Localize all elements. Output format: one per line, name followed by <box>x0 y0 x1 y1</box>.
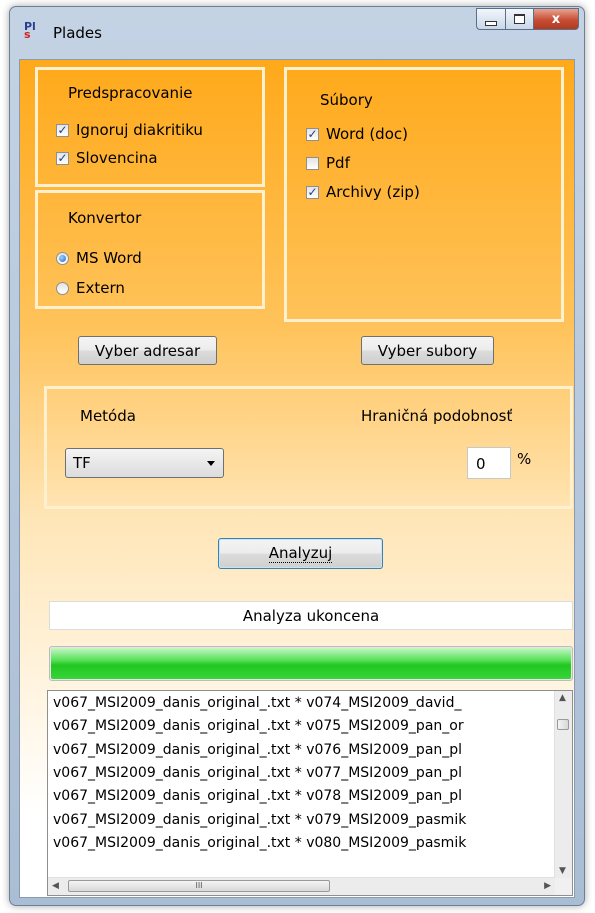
scrollbar-corner <box>555 878 572 895</box>
minimize-icon <box>485 20 497 26</box>
radio-selected-icon <box>56 251 69 265</box>
vertical-scrollbar[interactable]: ▲ ▼ <box>554 691 572 878</box>
word-doc-checkbox[interactable]: ✓ Word (doc) <box>306 125 408 143</box>
title-bar[interactable]: Pl s Plades x <box>10 7 584 59</box>
radio-unselected-icon <box>56 281 69 295</box>
ignore-diacritics-checkbox[interactable]: ✓ Ignoruj diakritiku <box>56 121 203 139</box>
scroll-up-icon[interactable]: ▲ <box>559 693 566 703</box>
main-panel: Predspracovanie ✓ Ignoruj diakritiku ✓ S… <box>19 59 575 898</box>
app-logo-icon: Pl s <box>24 20 36 41</box>
list-item[interactable]: v067_MSI2009_danis_original_.txt * v075_… <box>53 718 464 734</box>
list-item[interactable]: v067_MSI2009_danis_original_.txt * v079_… <box>53 812 466 828</box>
converter-group: Konvertor MS Word Extern <box>35 190 265 309</box>
scroll-left-icon[interactable]: ◀ <box>52 881 59 891</box>
method-dropdown[interactable]: TF <box>65 448 224 478</box>
progress-bar <box>49 646 573 681</box>
checkbox-checked-icon: ✓ <box>306 185 319 199</box>
scroll-down-icon[interactable]: ▼ <box>559 866 566 876</box>
checkbox-checked-icon: ✓ <box>56 151 69 165</box>
pdf-checkbox[interactable]: Pdf <box>306 154 350 172</box>
threshold-input[interactable]: 0 <box>467 447 511 479</box>
preprocessing-group: Predspracovanie ✓ Ignoruj diakritiku ✓ S… <box>35 67 265 187</box>
list-item[interactable]: v067_MSI2009_danis_original_.txt * v074_… <box>53 695 461 711</box>
extern-radio[interactable]: Extern <box>56 279 125 297</box>
list-item[interactable]: v067_MSI2009_danis_original_.txt * v077_… <box>53 765 462 781</box>
close-button[interactable]: x <box>533 8 579 30</box>
scroll-right-icon[interactable]: ▶ <box>544 881 551 891</box>
list-item[interactable]: v067_MSI2009_danis_original_.txt * v078_… <box>53 788 462 804</box>
files-label: Súbory <box>320 91 373 109</box>
list-item[interactable]: v067_MSI2009_danis_original_.txt * v080_… <box>53 835 466 851</box>
results-list[interactable]: v067_MSI2009_danis_original_.txt * v074_… <box>47 690 573 896</box>
archives-zip-checkbox[interactable]: ✓ Archivy (zip) <box>306 183 420 201</box>
checkbox-checked-icon: ✓ <box>306 127 319 141</box>
horizontal-scroll-thumb[interactable]: III <box>68 880 330 892</box>
ms-word-radio[interactable]: MS Word <box>56 249 142 267</box>
maximize-icon <box>514 14 525 24</box>
threshold-label: Hraničná podobnosť <box>361 407 513 425</box>
app-window: Pl s Plades x Predspracovanie ✓ Ignoruj … <box>9 6 585 906</box>
maximize-button[interactable] <box>505 8 533 30</box>
files-group: Súbory ✓ Word (doc) Pdf ✓ Archivy (zip) <box>284 67 564 322</box>
select-folder-button[interactable]: Vyber adresar <box>78 336 217 365</box>
slovencina-checkbox[interactable]: ✓ Slovencina <box>56 149 158 167</box>
list-item[interactable]: v067_MSI2009_danis_original_.txt * v076_… <box>53 742 462 758</box>
minimize-button[interactable] <box>476 8 505 30</box>
vertical-scroll-thumb[interactable] <box>557 719 569 730</box>
select-files-button[interactable]: Vyber subory <box>361 336 494 365</box>
status-text: Analyza ukoncena <box>49 601 573 630</box>
close-icon: x <box>551 11 561 27</box>
percent-unit: % <box>517 450 532 468</box>
method-group: Metóda Hraničná podobnosť TF 0 % <box>44 386 573 509</box>
analyze-button[interactable]: Analyzuj <box>218 538 383 569</box>
checkbox-checked-icon: ✓ <box>56 123 69 137</box>
horizontal-scrollbar[interactable]: ◀ III ▶ <box>48 877 555 895</box>
chevron-down-icon <box>207 461 215 466</box>
progress-fill <box>51 648 571 679</box>
converter-label: Konvertor <box>68 209 142 227</box>
method-label: Metóda <box>80 407 136 425</box>
checkbox-unchecked-icon <box>306 156 319 170</box>
caption-buttons: x <box>476 8 579 30</box>
preprocessing-label: Predspracovanie <box>68 84 193 102</box>
window-title: Plades <box>53 24 102 42</box>
